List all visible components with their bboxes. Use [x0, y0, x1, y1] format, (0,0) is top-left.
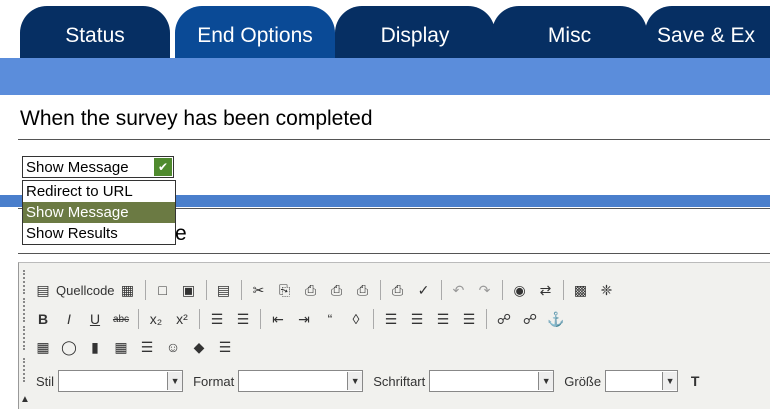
image-icon[interactable]: ▦ — [33, 337, 53, 357]
separator — [379, 280, 381, 300]
spellcheck-icon[interactable]: ✓ — [414, 280, 434, 300]
toolbar-row-2: B I U abc x₂ x² ☰ ☰ ⇤ ⇥ “ ◊ ☰ ☰ ☰ ☰ ☍ ☍ … — [30, 306, 569, 332]
separator — [138, 309, 139, 329]
redo-icon[interactable]: ↷ — [475, 280, 495, 300]
superscript-icon[interactable]: x² — [172, 309, 192, 329]
bold-icon[interactable]: B — [33, 309, 53, 329]
chevron-down-icon[interactable]: ✔ — [154, 158, 172, 176]
justify-icon[interactable]: ☰ — [459, 309, 479, 329]
separator — [501, 280, 503, 300]
unlink-icon[interactable]: ☍ — [520, 309, 540, 329]
chevron-down-icon[interactable]: ▼ — [347, 372, 363, 390]
toolbar-row-4: Stil ▼ Format ▼ Schriftart ▼ Größe ▼ T — [30, 368, 708, 394]
resize-handle-icon[interactable]: ▲ — [20, 394, 30, 405]
size-select[interactable]: ▼ — [605, 370, 679, 392]
tab-bar: Status End Options Display Misc Save & E… — [0, 0, 770, 60]
paste-icon[interactable]: ⎙ — [301, 280, 321, 300]
select-all-icon[interactable]: ▩ — [571, 280, 591, 300]
special-char-icon[interactable]: ◆ — [189, 337, 209, 357]
replace-icon[interactable]: ⇄ — [536, 280, 556, 300]
separator — [440, 280, 442, 300]
font-select[interactable]: ▼ — [429, 370, 555, 392]
separator — [486, 309, 487, 329]
strikethrough-icon[interactable]: abc — [111, 309, 131, 329]
blockquote-icon[interactable]: “ — [320, 309, 340, 329]
text-color-icon[interactable]: T — [685, 371, 705, 391]
flash-icon[interactable]: ◯ — [59, 337, 79, 357]
separator — [199, 309, 200, 329]
toolbar-row-1: ▤ Quellcode ▦ □ ▣ ▤ ✂ ⎘ ⎙ ⎙ ⎙ ⎙ ✓ ↶ ↷ ◉ … — [30, 277, 620, 303]
copy-icon[interactable]: ⎘ — [275, 280, 295, 300]
smiley-icon[interactable]: ☺ — [163, 337, 183, 357]
print-icon[interactable]: ⎙ — [388, 280, 408, 300]
separator — [373, 309, 374, 329]
media-icon[interactable]: ▮ — [85, 337, 105, 357]
divider — [18, 253, 770, 254]
outdent-icon[interactable]: ⇤ — [268, 309, 288, 329]
align-left-icon[interactable]: ☰ — [381, 309, 401, 329]
separator — [144, 280, 146, 300]
source-button-label[interactable]: Quellcode — [56, 283, 115, 298]
chevron-down-icon[interactable]: ▼ — [167, 372, 183, 390]
section-heading: When the survey has been completed — [20, 107, 373, 130]
find-icon[interactable]: ◉ — [510, 280, 530, 300]
tab-end-options[interactable]: End Options — [175, 6, 335, 60]
separator — [205, 280, 207, 300]
section-label-partial: e — [175, 222, 187, 245]
style-select[interactable]: ▼ — [58, 370, 184, 392]
horizontal-rule-icon[interactable]: ☰ — [137, 337, 157, 357]
div-icon[interactable]: ◊ — [346, 309, 366, 329]
align-right-icon[interactable]: ☰ — [433, 309, 453, 329]
table-icon[interactable]: ▦ — [111, 337, 131, 357]
dropdown-option-redirect[interactable]: Redirect to URL — [23, 181, 175, 202]
align-center-icon[interactable]: ☰ — [407, 309, 427, 329]
size-label: Größe — [564, 373, 602, 389]
end-action-select-value: Show Message — [26, 158, 129, 176]
undo-icon[interactable]: ↶ — [449, 280, 469, 300]
italic-icon[interactable]: I — [59, 309, 79, 329]
font-label: Schriftart — [373, 373, 426, 389]
numbered-list-icon[interactable]: ☰ — [207, 309, 227, 329]
dropdown-option-show-results[interactable]: Show Results — [23, 223, 175, 244]
tab-status[interactable]: Status — [20, 6, 170, 60]
separator — [260, 309, 261, 329]
divider — [18, 139, 770, 140]
link-icon[interactable]: ☍ — [494, 309, 514, 329]
chevron-down-icon[interactable]: ▼ — [662, 372, 678, 390]
anchor-icon[interactable]: ⚓ — [546, 309, 566, 329]
indent-icon[interactable]: ⇥ — [294, 309, 314, 329]
cut-icon[interactable]: ✂ — [249, 280, 269, 300]
toolbar-row-3: ▦ ◯ ▮ ▦ ☰ ☺ ◆ ☰ — [30, 334, 238, 360]
format-label: Format — [193, 373, 235, 389]
format-select[interactable]: ▼ — [238, 370, 364, 392]
new-page-icon[interactable]: □ — [153, 280, 173, 300]
tab-save-exit[interactable]: Save & Ex — [645, 6, 770, 60]
chevron-down-icon[interactable]: ▼ — [538, 372, 554, 390]
preview-icon[interactable]: ▣ — [179, 280, 199, 300]
dropdown-option-show-message[interactable]: Show Message — [23, 202, 175, 223]
tab-content-band — [0, 58, 770, 95]
style-label: Stil — [36, 373, 55, 389]
separator — [562, 280, 564, 300]
subscript-icon[interactable]: x₂ — [146, 309, 166, 329]
paste-text-icon[interactable]: ⎙ — [327, 280, 347, 300]
templates-icon[interactable]: ▤ — [214, 280, 234, 300]
end-action-dropdown: Redirect to URL Show Message Show Result… — [22, 180, 176, 245]
end-action-select[interactable]: Show Message ✔ — [22, 156, 174, 178]
tab-misc[interactable]: Misc — [492, 6, 647, 60]
save-icon[interactable]: ▦ — [118, 280, 138, 300]
source-icon[interactable]: ▤ — [33, 280, 53, 300]
paste-word-icon[interactable]: ⎙ — [353, 280, 373, 300]
bullet-list-icon[interactable]: ☰ — [233, 309, 253, 329]
separator — [240, 280, 242, 300]
underline-icon[interactable]: U — [85, 309, 105, 329]
page-break-icon[interactable]: ☰ — [215, 337, 235, 357]
tab-display[interactable]: Display — [335, 6, 495, 60]
remove-format-icon[interactable]: ❈ — [597, 280, 617, 300]
